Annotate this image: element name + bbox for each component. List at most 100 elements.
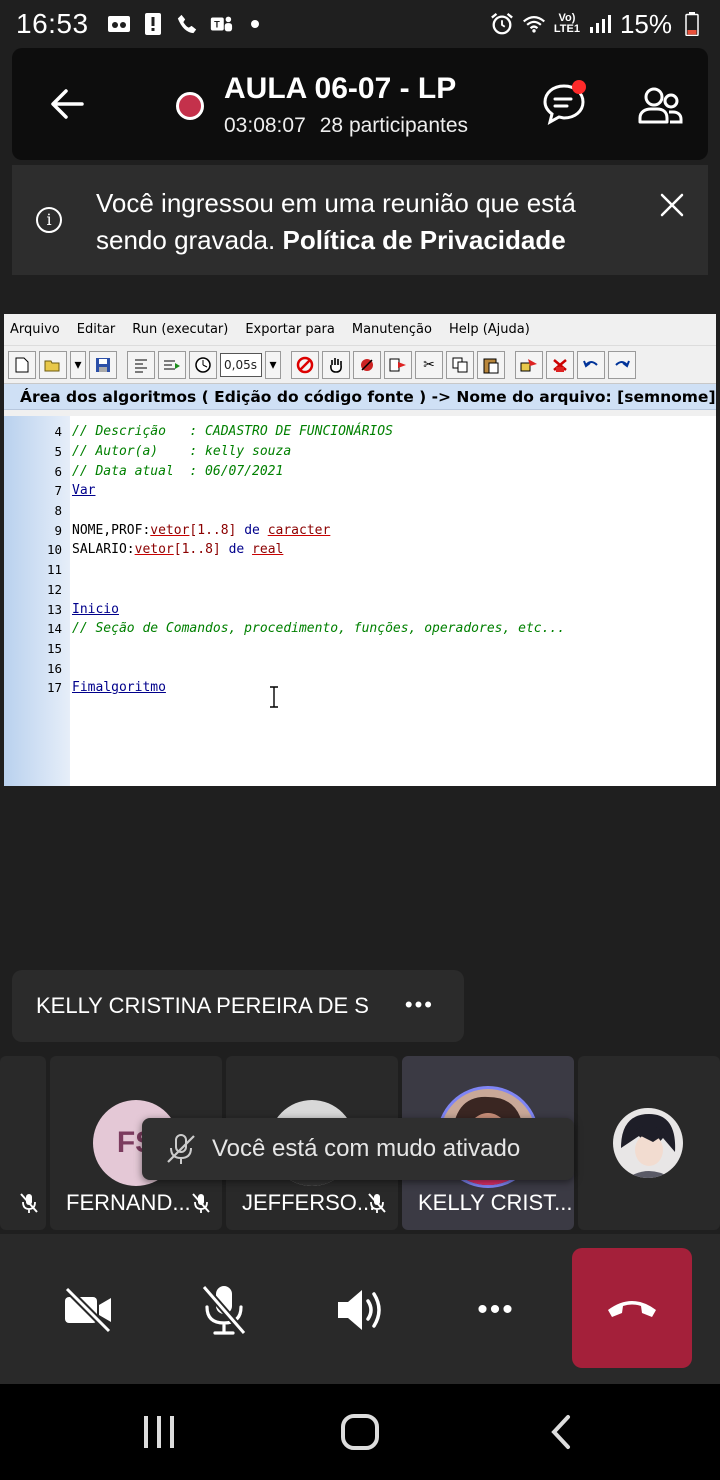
back-arrow-icon[interactable] — [46, 82, 90, 126]
phone-icon — [175, 12, 199, 36]
code-editor[interactable]: 4 // Descrição : CADASTRO DE FUNCIONÁRIOS… — [4, 416, 716, 786]
timer-icon[interactable] — [189, 350, 217, 379]
participant-name: FERNAND... — [66, 1190, 191, 1215]
camera-off-button[interactable] — [58, 1280, 118, 1340]
menu-manutencao[interactable]: Manutenção — [352, 322, 432, 337]
meeting-subtitle: 03:08:07 28 participantes — [224, 114, 482, 138]
participant-tile-avatar[interactable] — [578, 1056, 720, 1230]
step-icon[interactable] — [158, 350, 186, 379]
toast-text: Você está com mudo ativado — [212, 1135, 521, 1162]
wifi-icon — [522, 12, 546, 36]
line-number: 8 — [54, 503, 62, 519]
indent-icon[interactable] — [127, 350, 155, 379]
clock: 16:53 — [16, 8, 89, 39]
recording-icon — [176, 92, 204, 120]
code-line[interactable]: 13 Inicio — [4, 599, 716, 619]
code-text: Var — [72, 483, 96, 499]
status-bar: 16:53 T Vo) LTE1 15% — [0, 0, 720, 48]
app-menubar: Arquivo Editar Run (executar) Exportar p… — [4, 314, 716, 346]
lte-label: Vo) LTE1 — [553, 12, 580, 35]
menu-help[interactable]: Help (Ajuda) — [449, 322, 530, 337]
mute-button[interactable] — [194, 1280, 254, 1340]
speed-select[interactable]: 0,05s — [220, 352, 262, 377]
mic-off-icon — [164, 1132, 198, 1166]
meeting-title: AULA 06-07 - LP — [224, 72, 457, 105]
svg-text:T: T — [214, 20, 220, 30]
save-icon[interactable] — [89, 350, 117, 379]
code-text: Inicio — [72, 601, 119, 617]
more-options-button[interactable]: ••• — [466, 1280, 526, 1340]
participant-tile-partial[interactable] — [0, 1056, 46, 1230]
speaker-more-button[interactable]: ••• — [405, 992, 434, 1018]
menu-exportar[interactable]: Exportar para — [245, 322, 335, 337]
cut-icon[interactable]: ✂ — [415, 350, 443, 379]
code-line[interactable]: 11 — [4, 560, 716, 580]
redo-icon[interactable] — [608, 350, 636, 379]
code-line[interactable]: 7 Var — [4, 481, 716, 501]
code-text: SALARIO:vetor[1..8] de real — [72, 542, 284, 558]
code-text: // Descrição : CADASTRO DE FUNCIONÁRIOS — [72, 424, 393, 440]
line-number: 17 — [46, 680, 62, 696]
code-line[interactable]: 5 // Autor(a) : kelly souza — [4, 442, 716, 462]
menu-arquivo[interactable]: Arquivo — [10, 322, 60, 337]
code-line[interactable]: 10 SALARIO:vetor[1..8] de real — [4, 540, 716, 560]
alarm-icon — [490, 12, 514, 36]
participants-icon[interactable] — [636, 82, 684, 130]
dot-icon — [243, 12, 267, 36]
mic-off-icon — [18, 1192, 40, 1214]
info-icon: i — [36, 207, 62, 233]
menu-editar[interactable]: Editar — [77, 322, 116, 337]
stop-icon[interactable] — [291, 350, 319, 379]
muted-toast: Você está com mudo ativado — [142, 1118, 574, 1180]
participant-name: JEFFERSO... — [242, 1190, 376, 1215]
code-text: NOME,PROF:vetor[1..8] de caracter — [72, 522, 331, 538]
code-text: Fimalgoritmo — [72, 680, 166, 696]
undo-icon[interactable] — [577, 350, 605, 379]
code-line[interactable]: 9 NOME,PROF:vetor[1..8] de caracter — [4, 520, 716, 540]
paste-icon[interactable] — [477, 350, 505, 379]
line-number: 15 — [46, 640, 62, 656]
code-line[interactable]: 16 — [4, 658, 716, 678]
open-folder-icon[interactable] — [39, 350, 67, 379]
open-dropdown-icon[interactable]: ▾ — [70, 350, 86, 379]
battery-icon — [680, 12, 704, 36]
back-nav-icon[interactable] — [540, 1410, 584, 1454]
signal-icon — [588, 12, 612, 36]
home-icon[interactable] — [338, 1410, 382, 1454]
breakpoint-icon[interactable] — [353, 350, 381, 379]
active-speaker-card[interactable]: KELLY CRISTINA PEREIRA DE S ••• — [12, 970, 464, 1042]
copy-icon[interactable] — [446, 350, 474, 379]
shared-screen: Arquivo Editar Run (executar) Exportar p… — [4, 314, 716, 786]
app-toolbar: ▾ 0,05s ▾ ✂ — [4, 346, 716, 384]
speed-dropdown-icon[interactable]: ▾ — [265, 350, 281, 379]
code-line[interactable]: 15 — [4, 639, 716, 659]
format-icon[interactable] — [515, 350, 543, 379]
code-line[interactable]: 8 — [4, 501, 716, 521]
code-line[interactable]: 4 // Descrição : CADASTRO DE FUNCIONÁRIOS — [4, 422, 716, 442]
line-number: 14 — [46, 621, 62, 637]
code-line[interactable]: 12 — [4, 580, 716, 600]
code-line[interactable]: 6 // Data atual : 06/07/2021 — [4, 461, 716, 481]
recent-apps-icon[interactable] — [137, 1410, 181, 1454]
export-icon[interactable] — [384, 350, 412, 379]
voicemail-icon — [107, 12, 131, 36]
meeting-duration: 03:08:07 — [224, 114, 306, 137]
code-lines[interactable]: 4 // Descrição : CADASTRO DE FUNCIONÁRIOS… — [4, 422, 716, 698]
new-file-icon[interactable] — [8, 350, 36, 379]
code-text: // Data atual : 06/07/2021 — [72, 463, 284, 479]
close-icon[interactable] — [658, 191, 686, 219]
chat-notification-dot — [572, 80, 586, 94]
hang-up-button[interactable] — [572, 1248, 692, 1368]
avatar — [613, 1108, 683, 1178]
line-number: 12 — [46, 581, 62, 597]
participant-name: KELLY CRIST... — [418, 1190, 573, 1215]
line-number: 7 — [54, 483, 62, 499]
code-line[interactable]: 17 Fimalgoritmo — [4, 678, 716, 698]
hand-icon[interactable] — [322, 350, 350, 379]
code-line[interactable]: 14 // Seção de Comandos, procedimento, fu… — [4, 619, 716, 639]
privacy-policy-link[interactable]: Política de Privacidade — [282, 225, 565, 255]
speaker-button[interactable] — [330, 1280, 390, 1340]
menu-run[interactable]: Run (executar) — [132, 322, 228, 337]
tools-icon[interactable] — [546, 350, 574, 379]
call-controls: ••• — [0, 1234, 720, 1384]
